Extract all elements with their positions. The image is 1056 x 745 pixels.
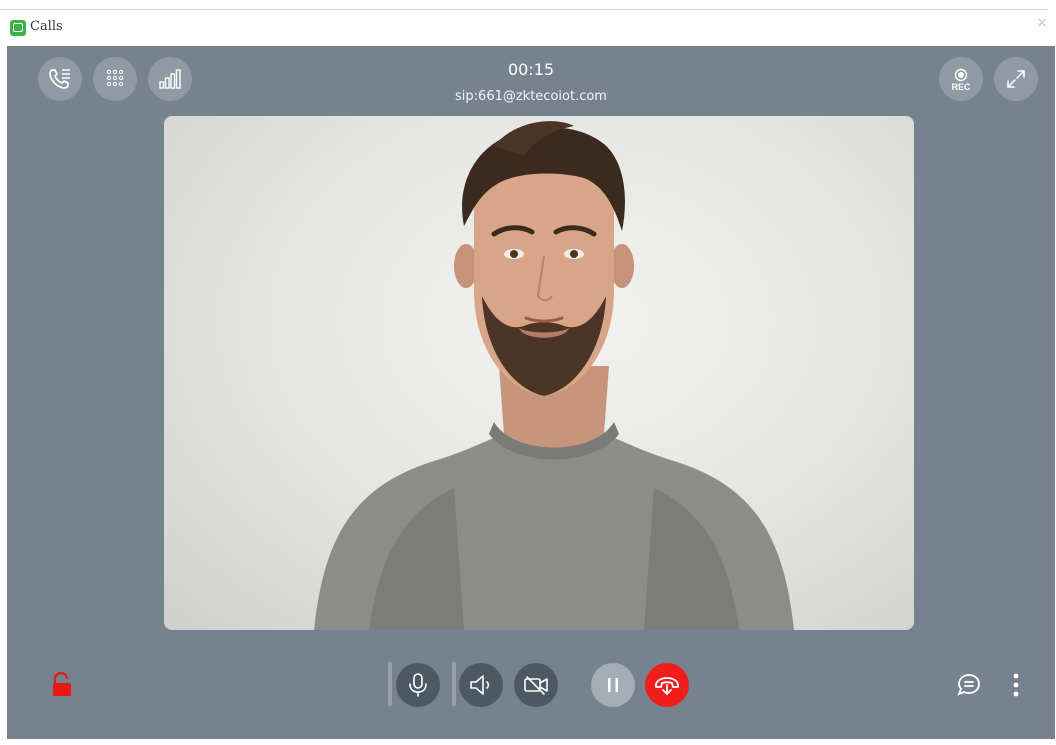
speaker-icon: [470, 675, 490, 695]
call-area: 00:15 sip:661@zktecoiot.com REC: [7, 46, 1055, 739]
camera-off-icon: [524, 676, 548, 695]
hold-button[interactable]: [591, 663, 635, 707]
controls-divider-left: [388, 662, 392, 706]
speaker-button[interactable]: [459, 663, 503, 707]
remote-participant-image: [314, 121, 794, 630]
fullscreen-button[interactable]: [994, 57, 1038, 101]
record-icon: [954, 68, 968, 82]
video-toggle-button[interactable]: [514, 663, 558, 707]
fullscreen-icon: [1007, 70, 1025, 88]
record-button[interactable]: REC: [939, 57, 983, 101]
call-address: sip:661@zktecoiot.com: [455, 89, 607, 104]
title-bar-divider: [0, 9, 1048, 10]
microphone-icon: [409, 673, 427, 697]
more-vertical-icon[interactable]: [1011, 672, 1021, 698]
calls-window: Calls × 00:15 sip:661@zktecoiot.com REC: [0, 0, 1056, 745]
record-label: REC: [951, 82, 971, 92]
mute-button[interactable]: [396, 663, 440, 707]
pause-icon: [608, 678, 618, 692]
close-icon[interactable]: ×: [1036, 15, 1048, 31]
title-bar: Calls ×: [0, 0, 1056, 46]
unlock-icon[interactable]: [51, 672, 73, 698]
chat-icon[interactable]: [956, 672, 982, 698]
remote-video: [164, 116, 914, 630]
app-icon: [10, 20, 26, 36]
hangup-button[interactable]: [645, 663, 689, 707]
controls-divider-right: [452, 662, 456, 706]
hangup-icon: [655, 677, 679, 695]
call-timer: 00:15: [507, 60, 555, 79]
window-title: Calls: [30, 19, 63, 34]
